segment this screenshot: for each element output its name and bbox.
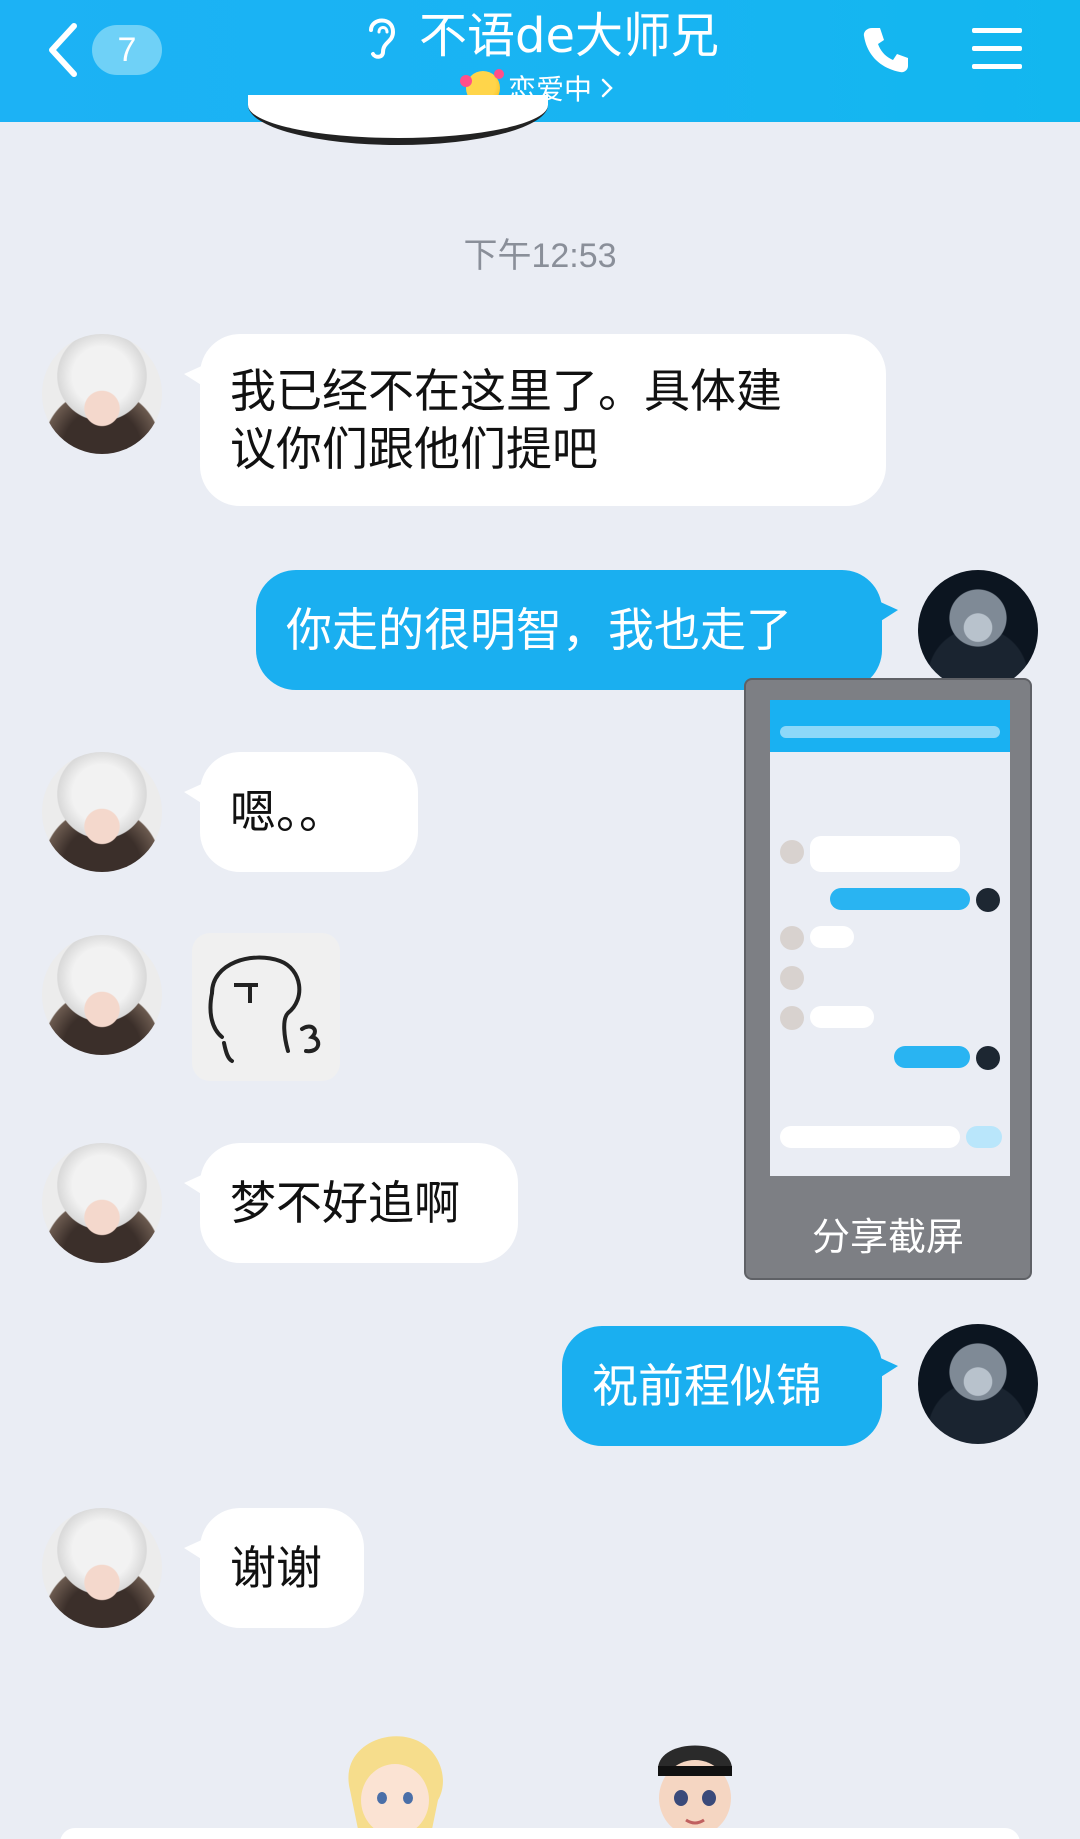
message-text: 嗯。。: [230, 785, 345, 839]
thumb-send: [966, 1126, 1002, 1148]
thumb-bubble: [810, 1006, 874, 1028]
message-bubble-incoming[interactable]: 嗯。。: [184, 752, 418, 872]
bubble-tail: [184, 364, 206, 388]
message-bubble-outgoing[interactable]: 祝前程似锦: [562, 1326, 898, 1446]
thumb-avatar: [976, 1046, 1000, 1070]
menu-icon[interactable]: [970, 24, 1024, 74]
bubble-tail: [184, 782, 206, 806]
contact-avatar[interactable]: [42, 1508, 162, 1628]
message-bubble-outgoing[interactable]: 你走的很明智，我也走了: [256, 570, 898, 690]
thumb-header: [770, 714, 1010, 752]
share-screenshot-popup[interactable]: 分享截屏: [744, 678, 1032, 1280]
bubble-tail: [184, 1538, 206, 1562]
thumb-avatar: [780, 966, 804, 990]
contact-name: 不语de大师兄: [418, 8, 719, 64]
message-text: 谢谢: [230, 1541, 322, 1595]
message-text: 我已经不在这里了。具体建 议你们跟他们提吧: [230, 364, 782, 476]
thumb-avatar: [780, 840, 804, 864]
bubble-tail: [184, 1173, 206, 1197]
screenshot-thumbnail[interactable]: [770, 700, 1010, 1176]
doodle-sticker-icon: [208, 955, 321, 1063]
title-area[interactable]: 不语de大师兄 恋爱中: [0, 6, 1080, 108]
blond-character-avatar[interactable]: [330, 1730, 460, 1839]
sticker-message[interactable]: [192, 933, 340, 1081]
message-text: 你走的很明智，我也走了: [286, 603, 792, 657]
contact-avatar[interactable]: [42, 1143, 162, 1263]
thumb-bubble: [810, 836, 960, 872]
bubble-tail: [876, 1356, 898, 1380]
self-avatar[interactable]: [918, 570, 1038, 690]
thumb-bubble: [830, 888, 970, 910]
thumb-title-bar: [780, 726, 1000, 738]
contact-avatar[interactable]: [42, 334, 162, 454]
message-timestamp: 下午12:53: [463, 237, 617, 275]
thumb-avatar: [976, 888, 1000, 912]
message-text: 祝前程似锦: [592, 1359, 822, 1413]
thumb-avatar: [780, 1006, 804, 1030]
message-bubble-incoming[interactable]: 梦不好追啊: [184, 1143, 518, 1263]
message-text: 梦不好追啊: [230, 1176, 460, 1230]
thumb-bubble: [894, 1046, 970, 1068]
bubble-tail: [876, 600, 898, 624]
ear-icon[interactable]: [361, 12, 401, 60]
sticker-fragment[interactable]: [248, 95, 548, 145]
thumb-statusbar: [770, 700, 1010, 714]
thumb-avatar: [780, 926, 804, 950]
message-bubble-incoming[interactable]: 谢谢: [184, 1508, 364, 1628]
share-screenshot-label[interactable]: 分享截屏: [746, 1206, 1030, 1261]
input-area-edge: [60, 1828, 1020, 1839]
dark-hair-character-avatar[interactable]: [630, 1728, 760, 1839]
thumb-input: [780, 1126, 960, 1148]
chevron-right-icon: [601, 78, 613, 98]
phone-icon[interactable]: [858, 22, 914, 78]
thumb-bubble: [810, 926, 854, 948]
contact-avatar[interactable]: [42, 752, 162, 872]
self-avatar[interactable]: [918, 1324, 1038, 1444]
message-bubble-incoming[interactable]: 我已经不在这里了。具体建 议你们跟他们提吧: [184, 334, 886, 506]
contact-avatar[interactable]: [42, 935, 162, 1055]
